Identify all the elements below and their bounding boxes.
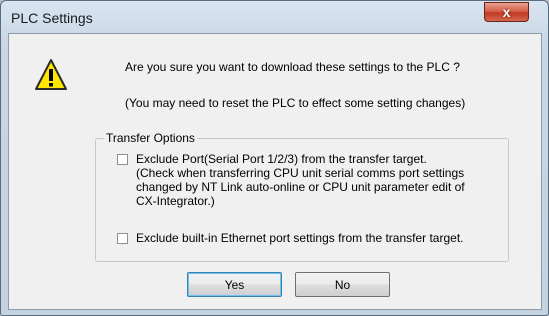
close-icon: x xyxy=(502,4,511,20)
plc-settings-dialog: PLC Settings x Are you sure you want to … xyxy=(0,0,549,316)
exclude-ethernet-checkbox[interactable] xyxy=(117,233,128,244)
no-button[interactable]: No xyxy=(295,272,390,297)
window-title: PLC Settings xyxy=(11,10,93,26)
yes-button[interactable]: Yes xyxy=(187,272,282,297)
exclude-ethernet-option[interactable]: Exclude built-in Ethernet port settings … xyxy=(117,231,464,245)
exclude-serial-port-checkbox[interactable] xyxy=(117,154,128,165)
confirm-message: Are you sure you want to download these … xyxy=(125,60,460,74)
transfer-options-group: Transfer Options Exclude Port(Serial Por… xyxy=(95,131,509,262)
close-button[interactable]: x xyxy=(484,2,529,22)
exclude-serial-port-label: Exclude Port(Serial Port 1/2/3) from the… xyxy=(136,152,465,208)
dialog-body: Are you sure you want to download these … xyxy=(8,33,542,310)
exclude-serial-port-option[interactable]: Exclude Port(Serial Port 1/2/3) from the… xyxy=(117,152,465,208)
transfer-options-label: Transfer Options xyxy=(104,131,197,145)
reset-note: (You may need to reset the PLC to effect… xyxy=(125,96,466,110)
exclude-ethernet-label: Exclude built-in Ethernet port settings … xyxy=(136,231,464,245)
title-bar[interactable]: PLC Settings x xyxy=(1,1,548,33)
warning-icon xyxy=(35,59,67,90)
